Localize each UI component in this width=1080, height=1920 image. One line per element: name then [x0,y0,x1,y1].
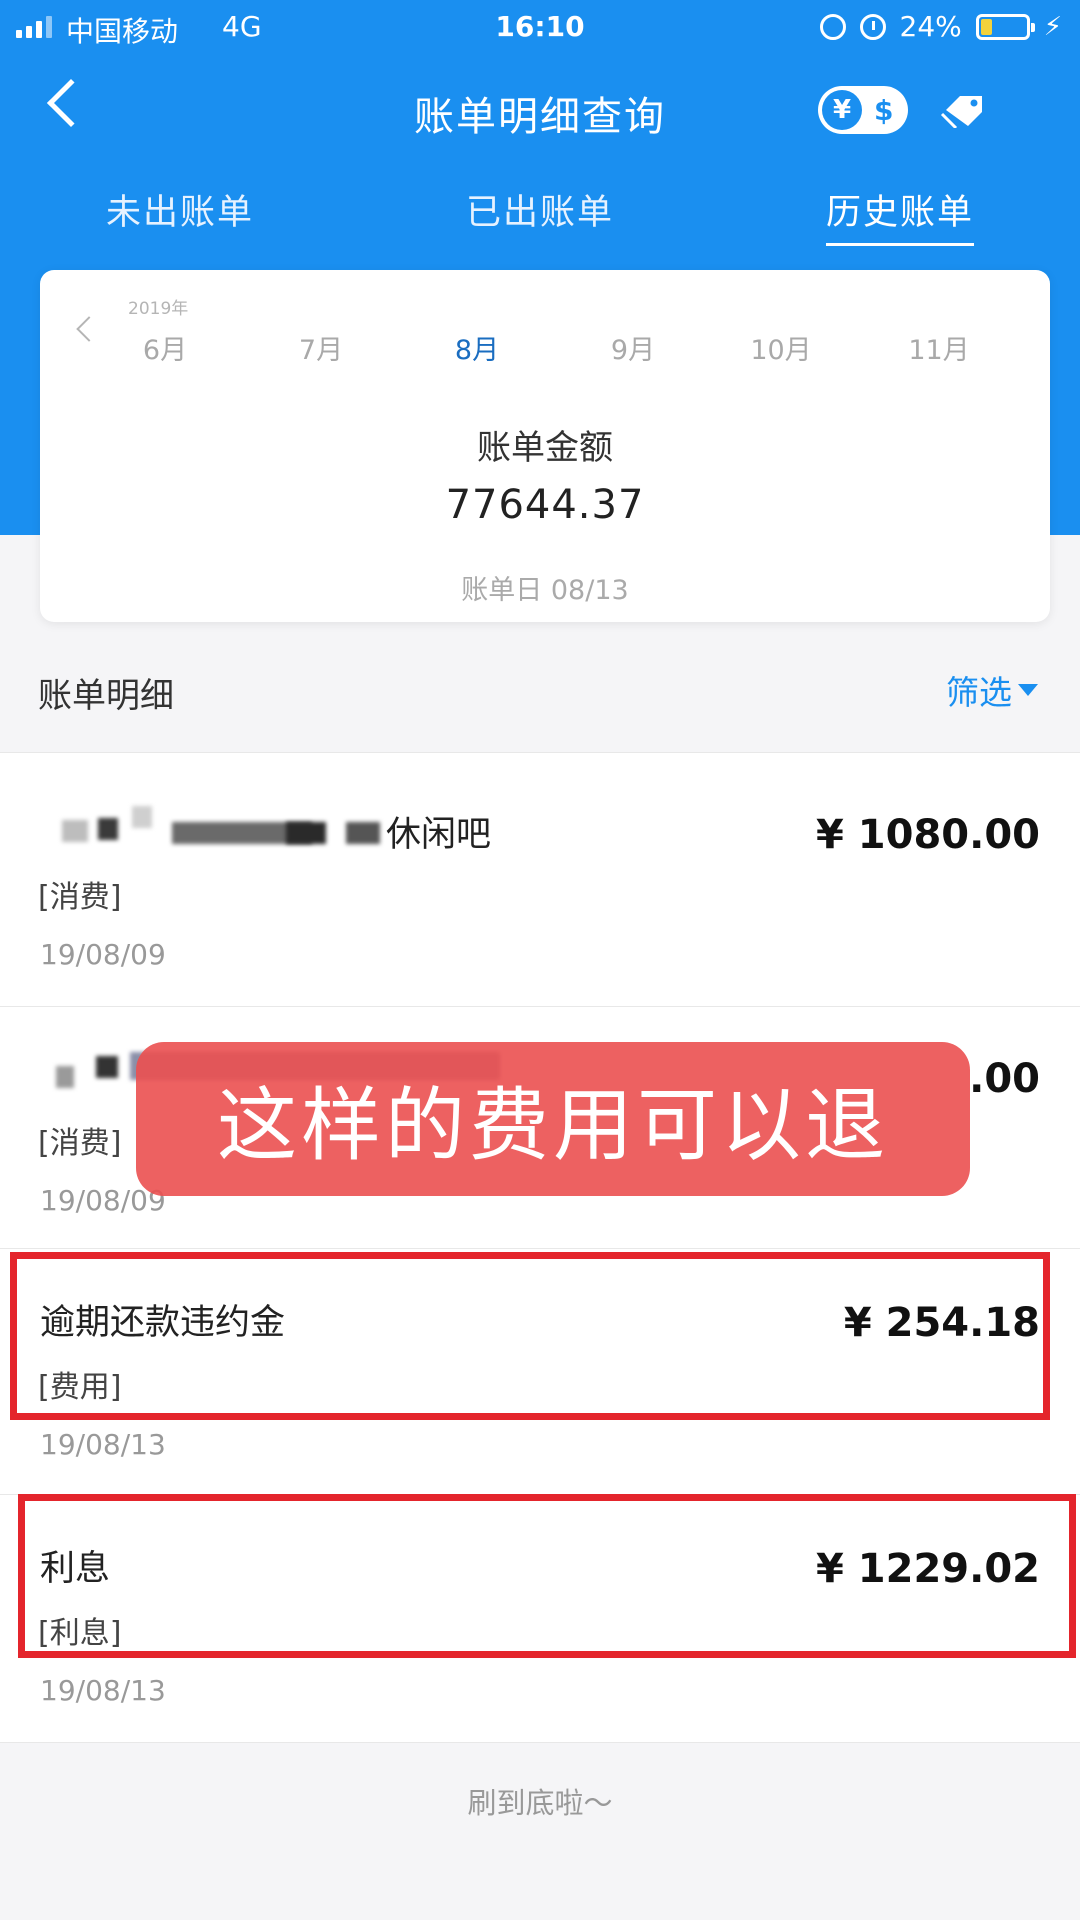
tab-unbilled[interactable]: 未出账单 [106,184,254,235]
page-title: 账单明细查询 [414,94,666,140]
charging-icon: ⚡ [1043,11,1062,42]
row-divider [0,1248,1080,1249]
tag-icon[interactable] [940,92,986,128]
redacted-block [346,822,380,844]
redacted-block [56,1066,74,1088]
detail-section-title: 账单明细 [38,676,174,716]
yen-icon: ¥ [822,90,862,130]
alarm-icon [859,13,886,40]
redacted-block [96,1056,118,1078]
transaction-title: 休闲吧 [386,815,492,855]
tab-history[interactable]: 历史账单 [826,184,975,246]
transaction-type: [消费] [38,880,122,915]
filter-label: 筛选 [946,673,1012,712]
transaction-date: 19/08/13 [40,1428,166,1461]
currency-toggle[interactable]: ¥ $ [818,86,908,134]
month-nov[interactable]: 11月 [894,328,984,367]
bill-amount-label: 账单金额 [477,428,613,468]
filter-button[interactable]: 筛选 [946,666,1038,714]
transaction-type: [消费] [38,1126,122,1161]
transaction-date: 19/08/13 [40,1674,166,1707]
year-label: 2019年 [128,299,189,319]
prev-month-chevron-icon[interactable] [76,316,102,342]
bill-date: 账单日 08/13 [461,575,629,606]
month-oct[interactable]: 10月 [736,328,826,367]
bill-amount-value: 77644.37 [445,482,645,528]
bill-summary-card: 2019年 6月 7月 8月 9月 10月 11月 账单金额 77644.37 … [40,270,1050,622]
annotation-banner: 这样的费用可以退 [136,1042,970,1196]
rotation-lock-icon [819,13,846,40]
row-divider [0,1742,1080,1743]
transaction-date: 19/08/09 [40,938,166,971]
status-bar: 中国移动 4G 16:10 24% ⚡ [0,0,1080,56]
battery-percent: 24% [899,10,962,43]
transaction-amount: .00 [969,1056,1040,1102]
redacted-block [98,818,118,840]
caret-down-icon [1018,684,1038,696]
battery-icon [975,13,1035,40]
month-jul[interactable]: 7月 [276,328,366,367]
list-end-text: 刷到底啦～ [467,1786,613,1820]
status-right: 24% ⚡ [819,10,1062,43]
redacted-block [62,820,88,842]
redacted-block [132,806,152,828]
month-sep[interactable]: 9月 [588,328,678,367]
month-jun[interactable]: 6月 [120,328,210,367]
redacted-block [286,822,326,844]
highlight-box-penalty [10,1252,1050,1420]
row-divider [0,1006,1080,1007]
month-aug[interactable]: 8月 [432,328,522,367]
dollar-icon: $ [874,93,894,127]
tab-billed[interactable]: 已出账单 [466,184,614,235]
transaction-amount: ¥ 1080.00 [816,812,1040,858]
highlight-box-interest [18,1494,1076,1658]
